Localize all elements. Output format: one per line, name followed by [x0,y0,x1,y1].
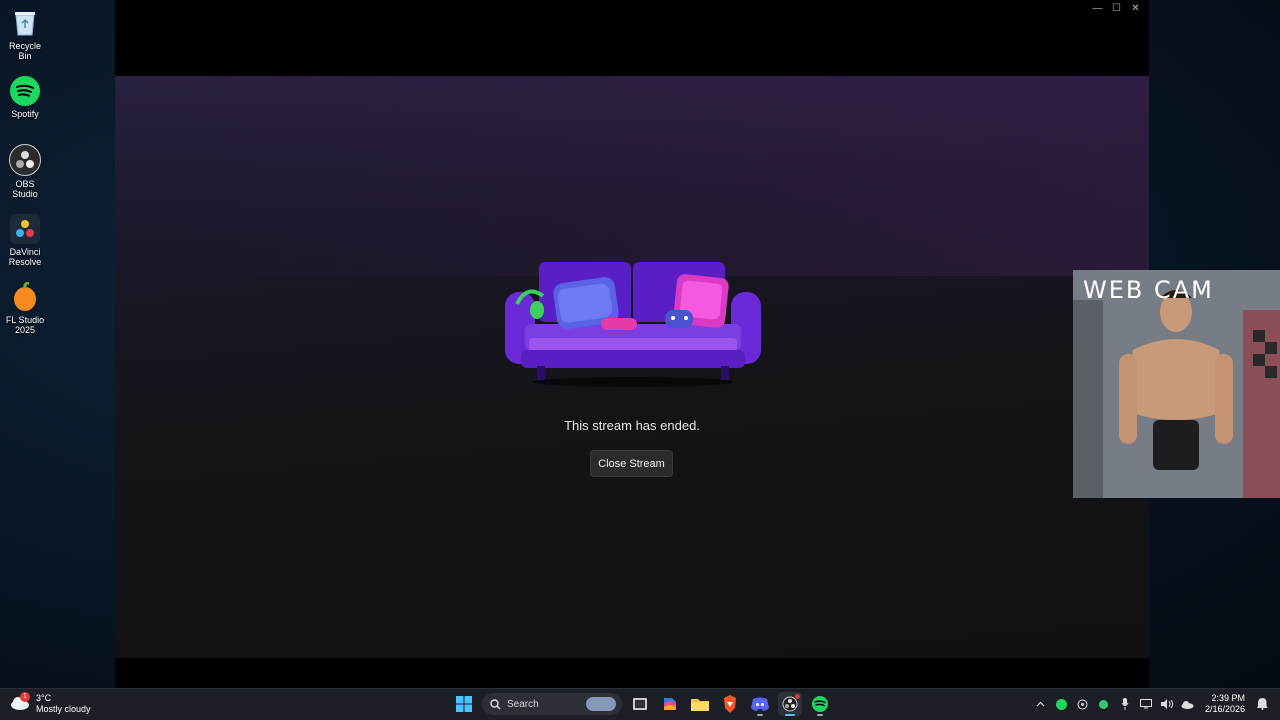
taskbar-search[interactable]: Search [482,693,622,715]
fl-studio-icon [10,282,40,312]
spotify-taskbar-icon[interactable] [808,692,832,716]
obs-studio-taskbar-icon[interactable] [778,692,802,716]
clock-date: 2/16/2026 [1204,704,1245,714]
discord-icon[interactable] [748,692,772,716]
desktop-icon-label: OBS Studio [12,179,38,199]
maximize-button[interactable]: ☐ [1107,2,1126,16]
taskbar-clock[interactable]: 2:39 PM 2/16/2026 [1205,693,1245,715]
system-tray: 2:39 PM 2/16/2026 [1033,692,1270,716]
desktop-icon-label: Spotify [11,109,39,119]
stream-window: — ☐ ✕ This stream has ended. Close Strea… [115,0,1149,688]
task-view-icon[interactable] [628,692,652,716]
obs-studio-icon [9,144,41,176]
notification-bell-icon[interactable] [1254,692,1270,716]
display-icon[interactable] [1138,692,1154,716]
spotify-tray-icon[interactable] [1054,692,1070,716]
desktop-icon-spotify[interactable]: Spotify [2,76,48,119]
close-stream-button[interactable]: Close Stream [590,450,673,477]
volume-icon[interactable] [1159,692,1175,716]
close-window-button[interactable]: ✕ [1126,2,1145,16]
taskbar: 1 3°C Mostly cloudy Search 2:39 PM 2/16/… [0,688,1280,720]
window-titlebar[interactable]: — ☐ ✕ [115,0,1149,18]
desktop-icon-davinci-resolve[interactable]: DaVinci Resolve [2,214,48,267]
microphone-icon[interactable] [1117,692,1133,716]
desktop-icon-label: FL Studio 2025 [5,315,45,335]
webcam-caption: WEB CAM [1083,276,1214,304]
microsoft-365-icon[interactable] [658,692,682,716]
recycle-bin-icon [10,8,40,38]
spotify-icon [10,76,40,106]
davinci-resolve-icon [10,214,40,244]
webcam-overlay: WEB CAM [1073,270,1280,498]
cloud-sync-icon[interactable] [1180,692,1196,716]
stream-player: This stream has ended. Close Stream [115,76,1149,658]
search-label: Search [507,698,539,710]
steam-tray-icon[interactable] [1075,692,1091,716]
minimize-button[interactable]: — [1088,2,1107,16]
search-icon [490,698,501,709]
player-bottom-bar [115,658,1149,688]
windows-start-icon[interactable] [452,692,476,716]
brave-icon[interactable] [718,692,742,716]
weather-condition: Mostly cloudy [36,704,91,714]
desktop-icon-label: Recycle Bin [8,41,41,61]
weather-badge: 1 [20,692,30,702]
couch-illustration [503,260,763,390]
desktop-icon-recycle-bin[interactable]: Recycle Bin [2,8,48,61]
desktop-icon-obs-studio[interactable]: OBS Studio [2,144,48,199]
desktop-icon-fl-studio[interactable]: FL Studio 2025 [2,282,48,335]
green-status-tray-icon[interactable] [1096,692,1112,716]
chevron-up-icon[interactable] [1033,692,1049,716]
clock-time: 2:39 PM [1211,693,1245,703]
weather-widget[interactable]: 1 3°C Mostly cloudy [10,692,91,715]
weather-temp: 3°C [36,693,52,703]
file-explorer-icon[interactable] [688,692,712,716]
weather-cloud-icon: 1 [10,692,30,713]
desktop-icon-label: DaVinci Resolve [8,247,42,267]
search-highlight-icon [586,697,616,711]
webcam-feed-image [1073,270,1280,498]
stream-ended-message: This stream has ended. [564,418,700,433]
